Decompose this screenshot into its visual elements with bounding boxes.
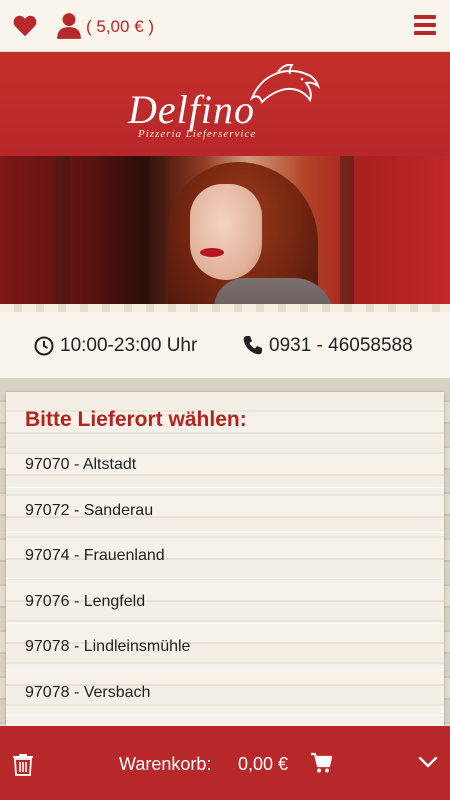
delivery-location-item[interactable]: 97078 - Lindleinsmühle xyxy=(6,624,444,670)
heart-icon[interactable] xyxy=(12,13,38,39)
info-strip: 10:00-23:00 Uhr 0931 - 46058588 xyxy=(0,312,450,378)
top-bar: ( 5,00 € ) xyxy=(0,0,450,52)
hamburger-menu-icon[interactable] xyxy=(414,15,436,37)
phone-icon[interactable] xyxy=(242,334,264,356)
brand-tagline: Pizzeria Lieferservice xyxy=(138,128,257,140)
hero-image xyxy=(0,156,450,312)
delivery-location-list: 97070 - Altstadt 97072 - Sanderau 97074 … xyxy=(6,442,444,716)
account-credit[interactable]: ( 5,00 € ) xyxy=(86,17,154,37)
chevron-down-icon[interactable] xyxy=(418,755,438,769)
delivery-location-item[interactable]: 97074 - Frauenland xyxy=(6,533,444,579)
delivery-heading: Bitte Lieferort wählen: xyxy=(25,408,247,431)
shopping-cart-icon[interactable] xyxy=(310,752,332,774)
brand-name: Delfino xyxy=(128,87,255,132)
delivery-location-item[interactable]: 97076 - Lengfeld xyxy=(6,579,444,625)
delivery-location-item[interactable]: 97072 - Sanderau xyxy=(6,488,444,534)
delivery-location-card: Bitte Lieferort wählen: 97070 - Altstadt… xyxy=(6,392,444,726)
clock-icon xyxy=(34,336,54,356)
delivery-location-item[interactable]: 97070 - Altstadt xyxy=(6,442,444,488)
cart-bar: Warenkorb: 0,00 € xyxy=(0,726,450,800)
delivery-location-item[interactable]: 97078 - Versbach xyxy=(6,670,444,716)
phone-number[interactable]: 0931 - 46058588 xyxy=(269,335,413,357)
trash-icon[interactable] xyxy=(12,752,34,776)
opening-hours: 10:00-23:00 Uhr xyxy=(60,335,198,356)
dolphin-icon xyxy=(249,64,320,104)
logo-banner: Delfino Pizzeria Lieferservice xyxy=(0,52,450,156)
cart-label[interactable]: Warenkorb: xyxy=(119,754,211,775)
user-icon[interactable] xyxy=(56,12,82,40)
cart-total[interactable]: 0,00 € xyxy=(238,754,288,775)
